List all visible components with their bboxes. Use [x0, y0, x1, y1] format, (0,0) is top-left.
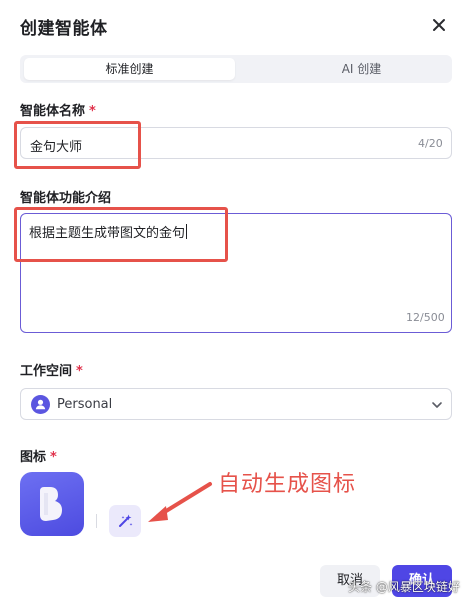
icon-divider [96, 514, 97, 528]
annotation-arrow [148, 482, 212, 522]
close-icon [433, 19, 445, 31]
workspace-select[interactable]: Personal [20, 388, 452, 420]
icon-field-label: 图标 * [20, 446, 57, 465]
required-mark: * [89, 104, 96, 119]
description-text: 根据主题生成带图文的金句 [29, 226, 186, 241]
workspace-avatar [31, 395, 50, 414]
workspace-selected-value: Personal [57, 397, 113, 412]
agent-name-input[interactable]: 金句大师 4/20 [20, 127, 452, 159]
required-mark: * [76, 364, 83, 379]
user-icon [35, 399, 46, 410]
name-label-text: 智能体名称 [20, 104, 86, 119]
create-mode-tabs: 标准创建 AI 创建 [20, 55, 452, 83]
description-char-counter: 12/500 [406, 311, 445, 324]
workspace-label-text: 工作空间 [20, 364, 73, 379]
workspace-field-label: 工作空间 * [20, 360, 83, 379]
tab-standard-create[interactable]: 标准创建 [24, 58, 235, 80]
agent-description-value: 根据主题生成带图文的金句 [29, 222, 188, 241]
dialog-title: 创建智能体 [20, 19, 108, 39]
chevron-down-icon [432, 402, 442, 408]
watermark: 头条 @风暴区块链好 [348, 580, 460, 594]
tab-ai-create[interactable]: AI 创建 [256, 58, 467, 80]
name-char-counter: 4/20 [418, 137, 443, 150]
description-field-label: 智能体功能介绍 [20, 191, 112, 206]
agent-name-value: 金句大师 [30, 140, 83, 155]
auto-generate-icon-button[interactable] [109, 505, 141, 537]
icon-label-text: 图标 [20, 450, 47, 465]
sparkle-icon [119, 514, 133, 527]
text-caret [186, 224, 188, 239]
name-field-label: 智能体名称 * [20, 100, 96, 119]
close-button[interactable] [428, 14, 450, 36]
agent-description-textarea[interactable]: 根据主题生成带图文的金句 12/500 [20, 213, 452, 333]
app-logo-icon [40, 487, 62, 521]
agent-icon-preview[interactable] [20, 472, 84, 536]
create-agent-dialog: 创建智能体 标准创建 AI 创建 智能体名称 * 金句大师 4/20 智能体功能介… [0, 0, 474, 607]
annotation-label: 自动生成图标 [218, 472, 357, 497]
required-mark: * [50, 450, 57, 465]
